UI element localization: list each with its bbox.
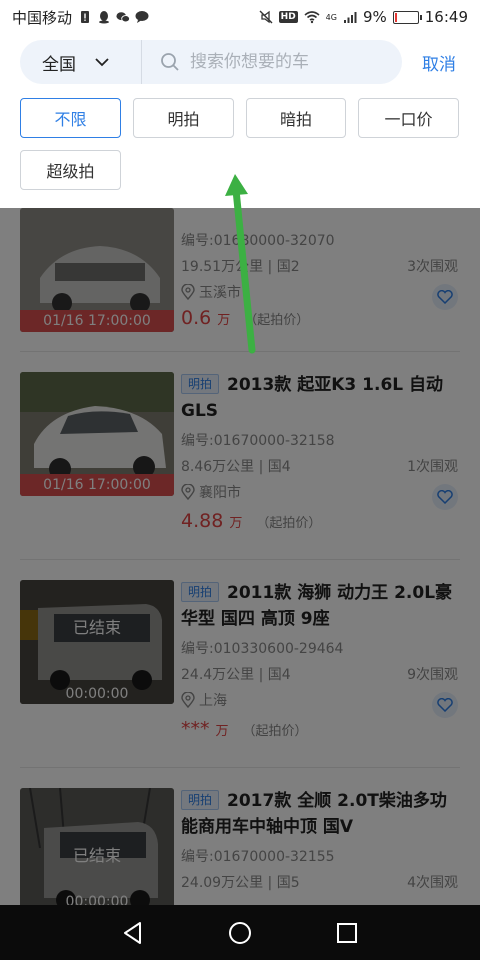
qq-icon bbox=[99, 11, 110, 24]
region-selector[interactable]: 全国 bbox=[20, 40, 142, 84]
home-icon[interactable] bbox=[228, 921, 252, 945]
search-field bbox=[142, 52, 402, 72]
battery-percent: 9% bbox=[362, 8, 387, 26]
signal-icon bbox=[343, 12, 357, 23]
cancel-button[interactable]: 取消 bbox=[422, 50, 456, 75]
status-bar: 中国移动 HD 4G 9% 16:49 bbox=[0, 0, 480, 34]
filter-chip-fixed-price[interactable]: 一口价 bbox=[358, 98, 459, 138]
message-icon bbox=[135, 11, 149, 23]
recents-icon[interactable] bbox=[336, 922, 358, 944]
battery-fill bbox=[394, 12, 397, 22]
back-icon[interactable] bbox=[122, 921, 144, 945]
carrier-name: 中国移动 bbox=[12, 8, 73, 27]
wechat-icon bbox=[116, 12, 131, 23]
annotation-arrow-icon bbox=[225, 174, 256, 354]
wifi-icon bbox=[304, 11, 320, 24]
network-type: 4G bbox=[325, 13, 337, 22]
search-row: 全国 取消 bbox=[20, 38, 460, 86]
search-input[interactable] bbox=[190, 52, 390, 72]
search-box: 全国 bbox=[20, 40, 402, 84]
filter-chip-sealed-auction[interactable]: 暗拍 bbox=[246, 98, 346, 138]
battery-icon bbox=[392, 10, 422, 24]
filter-chip-open-auction[interactable]: 明拍 bbox=[133, 98, 234, 138]
system-nav-bar bbox=[0, 905, 480, 960]
chevron-down-icon bbox=[95, 58, 109, 67]
search-icon bbox=[161, 53, 179, 71]
filter-chip-unlimited[interactable]: 不限 bbox=[20, 98, 121, 138]
region-label: 全国 bbox=[42, 54, 76, 75]
mute-icon bbox=[259, 10, 273, 24]
clock: 16:49 bbox=[424, 8, 468, 26]
filter-chip-super-auction[interactable]: 超级拍 bbox=[20, 150, 121, 190]
hd-icon: HD bbox=[278, 11, 298, 23]
sim-alert-icon bbox=[81, 11, 90, 23]
